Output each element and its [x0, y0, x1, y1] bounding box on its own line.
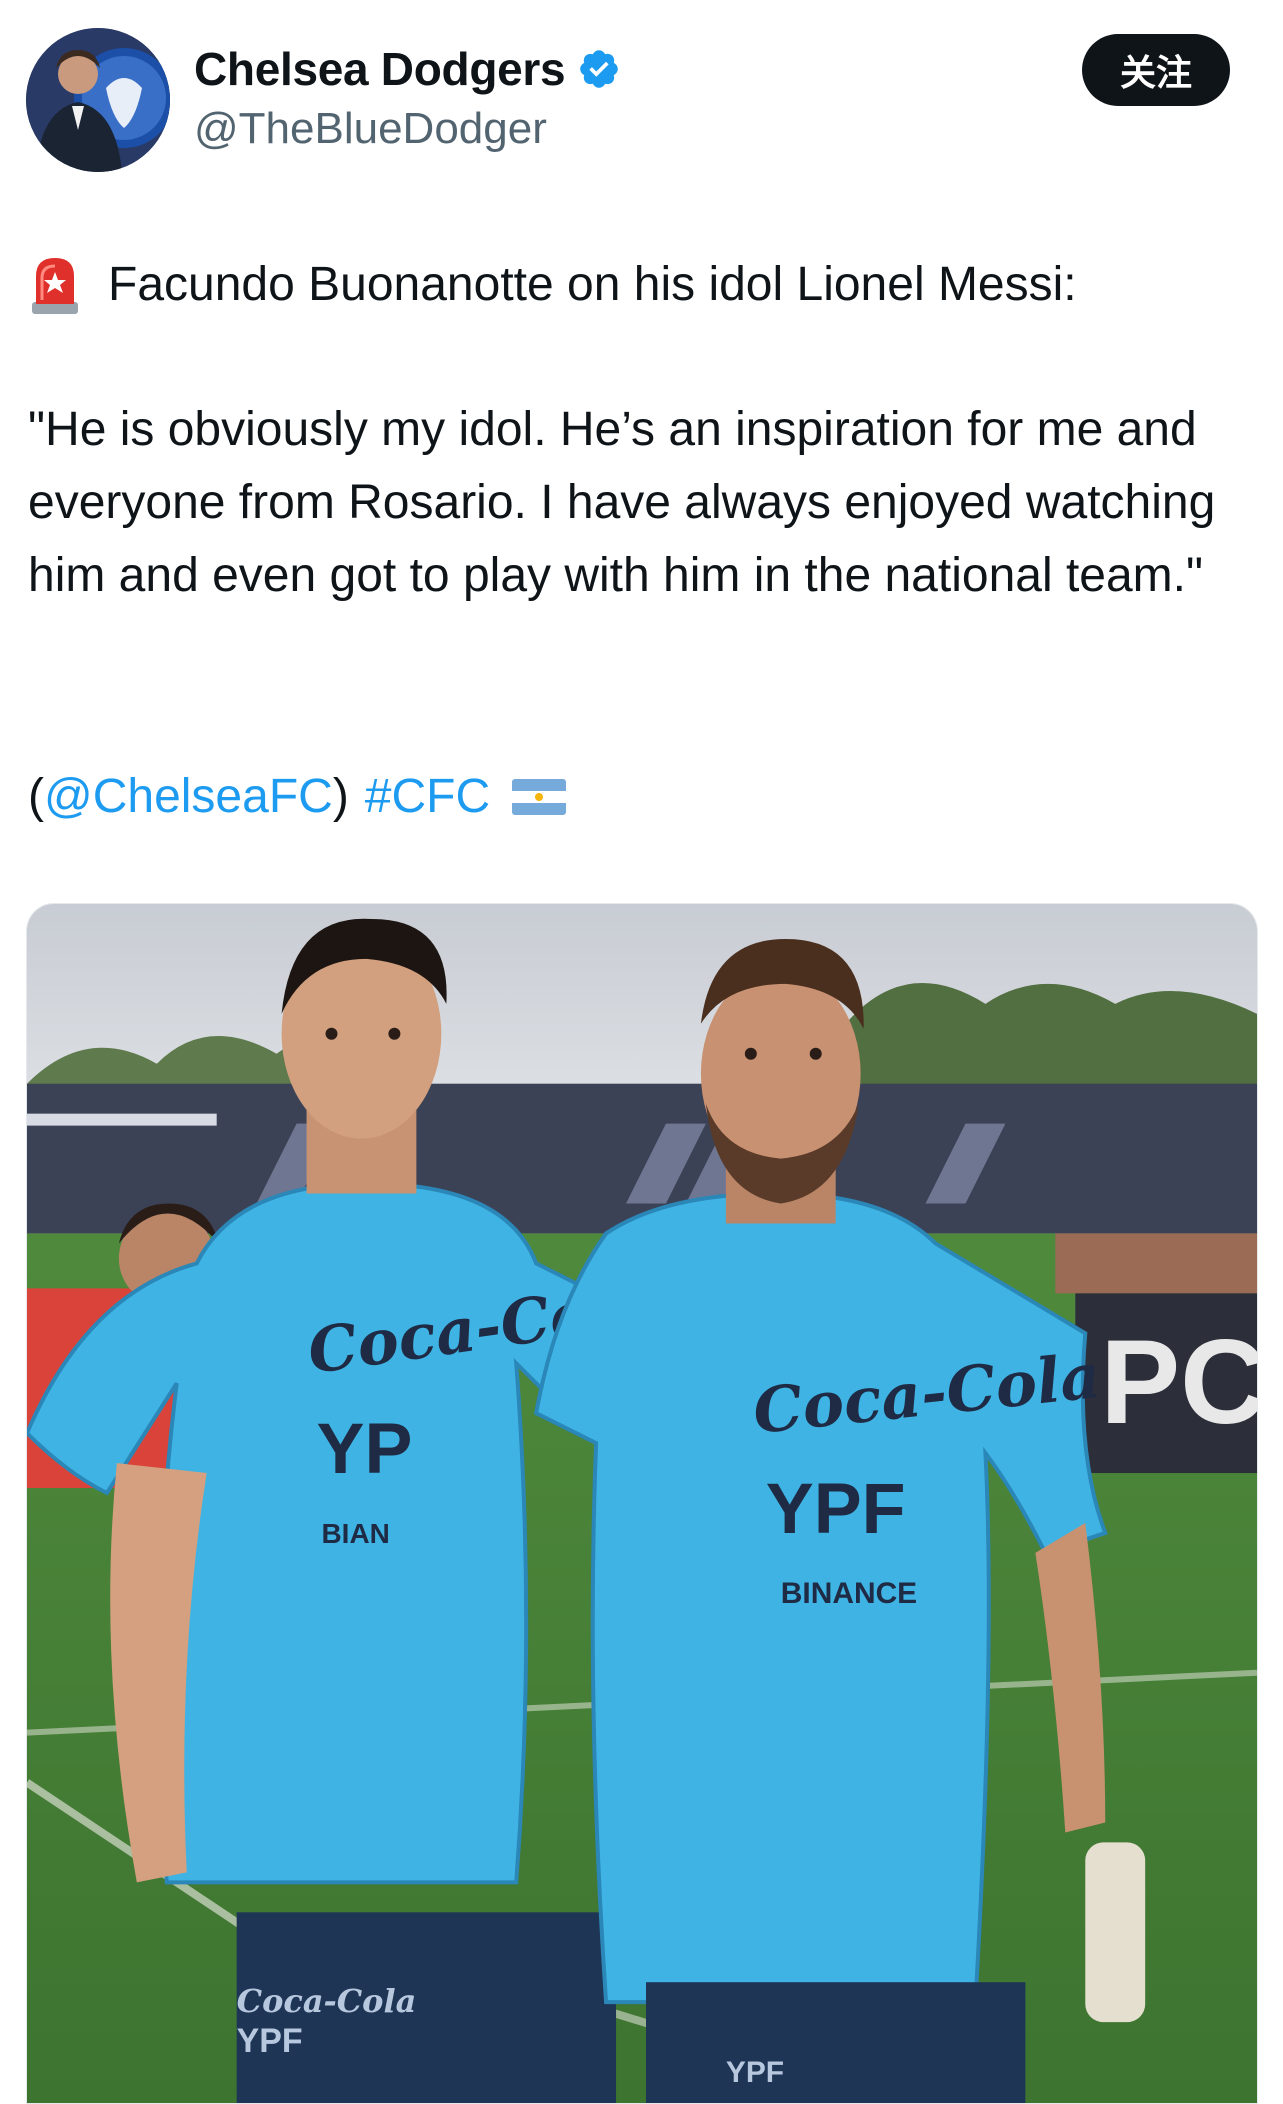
tweet-headline-line: Facundo Buonanotte on his idol Lionel Me… [28, 248, 1258, 321]
author-display-name[interactable]: Chelsea Dodgers [194, 42, 566, 96]
tweet-quote-text: "He is obviously my idol. He’s an inspir… [28, 403, 1216, 602]
tweet-headline-text: Facundo Buonanotte on his idol Lionel Me… [108, 258, 1077, 311]
author-name-row: Chelsea Dodgers [194, 42, 621, 96]
player1-sponsor-ypf: YP [317, 1409, 413, 1489]
verified-badge-icon [580, 50, 619, 88]
shorts1-sponsor-ypf: YPF [237, 2022, 303, 2060]
tweet-tags-line: (@ChelseaFC) #CFC [28, 760, 1258, 833]
avatar-image [26, 28, 170, 172]
tweet-media-photo[interactable]: PC Coca-Cola YP BIAN Coca-Cola YPF Coca-… [26, 903, 1258, 2104]
player2-sponsor-binance: BINANCE [781, 1577, 917, 1610]
photo-image: PC Coca-Cola YP BIAN Coca-Cola YPF Coca-… [27, 904, 1257, 2103]
player2-sponsor-ypf: YPF [766, 1469, 906, 1549]
paren-open: ( [28, 770, 44, 823]
author-avatar[interactable] [26, 28, 170, 172]
mention-link[interactable]: @ChelseaFC [44, 760, 333, 833]
argentina-flag-icon [512, 778, 567, 815]
author-handle[interactable]: @TheBlueDodger [194, 104, 547, 154]
shorts1-sponsor-cocacola: Coca-Cola [237, 1982, 417, 2020]
hashtag-link[interactable]: #CFC [365, 760, 490, 833]
paren-close: ) [332, 770, 349, 823]
board-text: PC [1100, 1316, 1257, 1449]
tweet-page: Chelsea Dodgers @TheBlueDodger 关注 Facund… [0, 0, 1283, 2104]
siren-icon [32, 257, 78, 314]
player1-sponsor-binance: BIAN [322, 1518, 390, 1549]
follow-button[interactable]: 关注 [1082, 34, 1230, 106]
shorts2-sponsor-ypf: YPF [726, 2056, 784, 2089]
